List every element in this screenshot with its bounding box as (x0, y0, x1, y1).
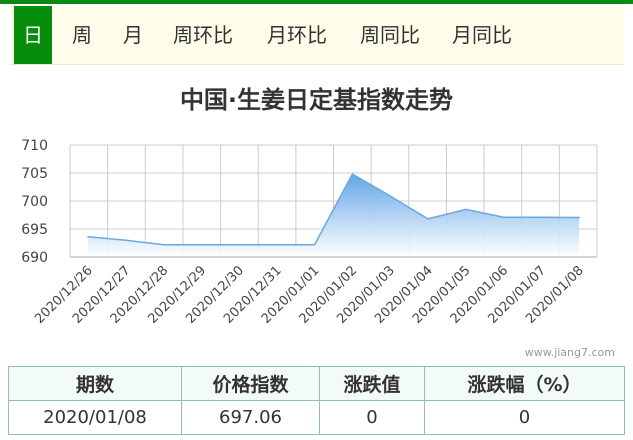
tab-week[interactable]: 周 (72, 6, 92, 64)
cell-period: 2020/01/08 (8, 400, 182, 435)
watermark: www.jiang7.com (524, 346, 615, 359)
header-change-percent: 涨跌幅（%） (424, 366, 625, 401)
cell-change-value: 0 (319, 400, 425, 435)
data-point (238, 243, 240, 246)
table-header-row: 期数 价格指数 涨跌值 涨跌幅（%） (8, 366, 625, 401)
data-point (276, 243, 278, 246)
cell-change-percent: 0 (424, 400, 625, 435)
data-point (124, 239, 127, 241)
header-change-value: 涨跌值 (319, 366, 425, 401)
chart-title: 中国·生姜日定基指数走势 (179, 86, 454, 114)
tab-month[interactable]: 月 (123, 6, 143, 64)
data-point (389, 195, 391, 197)
tab-day[interactable]: 日 (14, 6, 52, 64)
tab-month-on-month[interactable]: 月环比 (267, 6, 327, 64)
data-point (502, 216, 505, 219)
data-point (427, 218, 429, 220)
data-point (578, 216, 580, 219)
data-point (313, 243, 316, 246)
tab-month-year-on-year[interactable]: 月同比 (452, 6, 512, 64)
data-point (464, 208, 467, 211)
tab-week-year-on-year[interactable]: 周同比 (360, 6, 420, 64)
data-point (87, 236, 89, 238)
header-period: 期数 (8, 366, 182, 401)
cell-price-index: 697.06 (181, 400, 320, 435)
y-tick-label: 695 (21, 222, 48, 238)
header-price-index: 价格指数 (181, 366, 320, 401)
period-tab-bar: 日 周 月 周环比 月环比 周同比 月同比 (10, 6, 624, 65)
data-point (540, 216, 543, 219)
y-tick-label: 700 (21, 194, 48, 210)
y-tick-label: 705 (21, 166, 48, 182)
tab-week-on-week[interactable]: 周环比 (173, 6, 233, 64)
index-summary-table: 期数 价格指数 涨跌值 涨跌幅（%） 2020/01/08 697.06 0 0 (8, 366, 625, 435)
y-tick-label: 710 (21, 138, 48, 154)
data-point (162, 243, 165, 246)
top-accent-line (0, 0, 633, 4)
data-point (200, 243, 203, 246)
table-row: 2020/01/08 697.06 0 0 (8, 400, 625, 435)
data-point (351, 173, 354, 175)
y-tick-label: 690 (21, 250, 48, 266)
index-trend-chart: 6906957007057102020/12/262020/12/272020/… (21, 138, 598, 327)
